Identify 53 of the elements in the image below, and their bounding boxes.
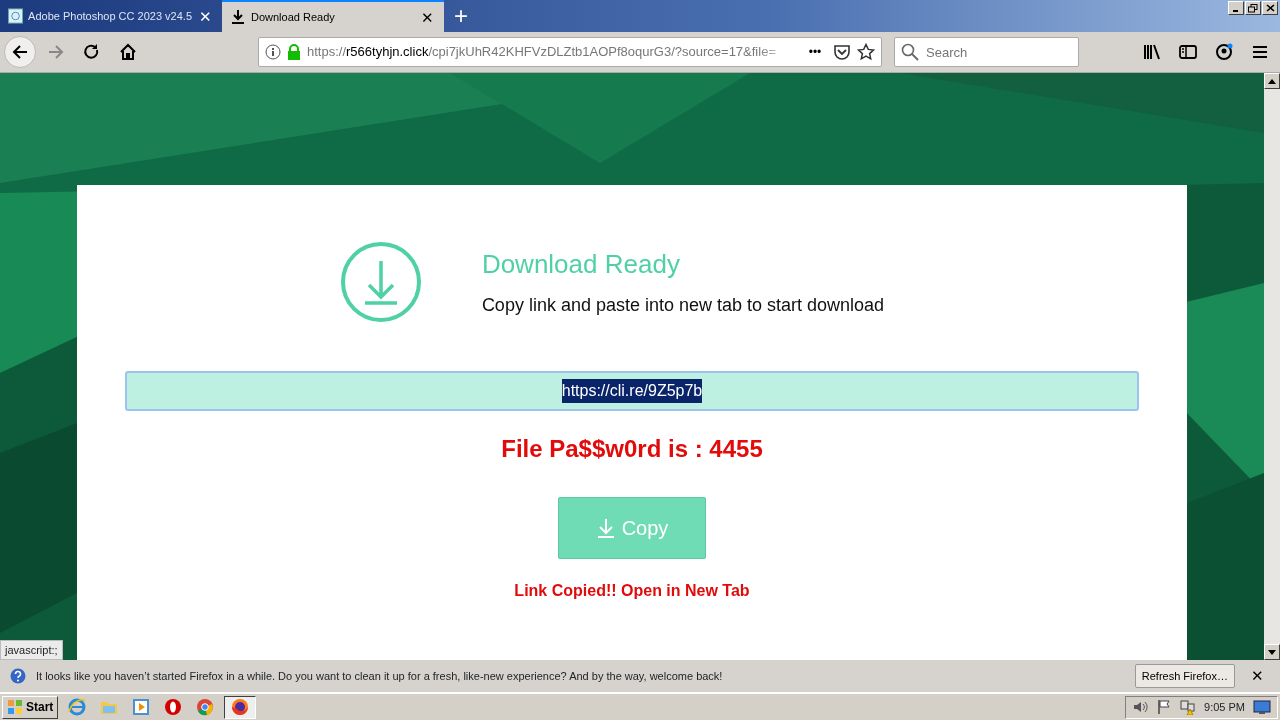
search-field[interactable]: Search — [894, 37, 1079, 67]
scroll-up-button[interactable] — [1264, 73, 1280, 89]
sidebar-icon — [1178, 42, 1198, 62]
up-arrow-icon — [1268, 78, 1276, 84]
chrome-icon — [196, 698, 215, 716]
restore-icon — [1248, 3, 1258, 13]
browser-tab[interactable]: Adobe Photoshop CC 2023 v24.5 ✕ — [0, 0, 222, 32]
close-icon — [1265, 4, 1275, 12]
opera-icon — [164, 698, 183, 716]
flag-icon[interactable] — [1156, 699, 1173, 715]
show-desktop-icon[interactable] — [1253, 699, 1271, 715]
padlock-icon — [287, 44, 301, 60]
bookmark-star-icon[interactable] — [857, 43, 875, 61]
help-icon — [10, 668, 26, 684]
minimize-button[interactable] — [1228, 1, 1244, 15]
download-icon — [230, 9, 246, 25]
speaker-icon[interactable] — [1132, 699, 1149, 715]
copied-message: Link Copied!! Open in New Tab — [513, 581, 751, 601]
address-bar[interactable]: https://r566tyhjn.click/cpi7jkUhR42KHFVzDLZtb1AOPf8oqurG3/?source=17&file= ••• — [258, 37, 882, 67]
start-button[interactable]: Start — [2, 695, 59, 719]
password-text: File Pa$$w0rd is : 4455 — [500, 434, 764, 464]
globe-icon — [68, 698, 87, 716]
home-icon — [118, 42, 138, 62]
close-tab-button[interactable]: ✕ — [419, 9, 436, 25]
refresh-firefox-button[interactable]: Refresh Firefox… — [1134, 663, 1235, 689]
close-notification-button[interactable]: ✕ — [1245, 664, 1270, 688]
status-link-text: javascript:; — [0, 639, 63, 660]
library-icon — [1142, 42, 1162, 62]
windows-flag-icon — [7, 699, 23, 715]
info-icon — [265, 44, 281, 60]
image-icon — [8, 8, 24, 24]
back-button[interactable] — [4, 36, 36, 68]
download-circle-icon — [339, 241, 422, 323]
more-actions-button[interactable]: ••• — [803, 36, 827, 68]
close-tab-button[interactable]: ✕ — [197, 8, 214, 24]
browser-tab[interactable]: Download Ready ✕ — [222, 0, 444, 32]
scroll-down-button[interactable] — [1264, 644, 1280, 660]
url-text: https://r566tyhjn.click/cpi7jkUhR42KHFVzDLZtb1AOPf8oqurG3/?source=17&file= — [307, 43, 777, 62]
play-icon — [132, 698, 151, 716]
close-window-button[interactable] — [1262, 1, 1278, 15]
taskbar-app-button[interactable] — [224, 695, 257, 719]
account-icon — [1214, 42, 1234, 62]
down-arrow-icon — [1268, 649, 1276, 655]
download-icon — [595, 517, 616, 539]
notification-message: It looks like you haven’t started Firefox in a while. Do you want to clean it up for a fresh, like-new experience? And by the way, welcome back! — [36, 668, 723, 684]
restore-button[interactable] — [1245, 1, 1261, 15]
instruction-text: Copy link and paste into new tab to start download — [481, 294, 885, 317]
network-warning-icon[interactable] — [1180, 699, 1197, 715]
link-field[interactable]: https://cli.re/9Z5p7b — [125, 371, 1139, 411]
pocket-icon[interactable] — [833, 43, 851, 61]
new-tab-button[interactable]: + — [444, 0, 478, 32]
firefox-icon — [231, 698, 250, 716]
page-heading: Download Ready — [481, 248, 681, 281]
